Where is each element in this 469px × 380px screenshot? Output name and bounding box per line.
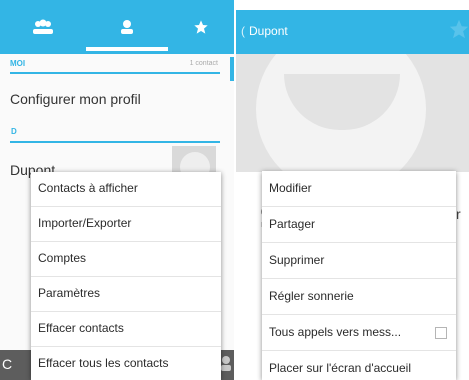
menu-item-accounts[interactable]: Comptes xyxy=(31,242,221,277)
menu-item-delete[interactable]: Supprimer xyxy=(262,243,456,279)
back-caret-icon[interactable]: ( xyxy=(241,24,245,38)
contact-large-photo xyxy=(236,54,469,172)
tab-groups[interactable] xyxy=(0,0,86,54)
section-label: D xyxy=(11,127,17,136)
menu-item-edit[interactable]: Modifier xyxy=(262,171,456,207)
menu-item-all-calls-to-voicemail[interactable]: Tous appels vers mess... xyxy=(262,315,456,351)
bottom-left-glyph[interactable]: C xyxy=(2,356,12,372)
menu-item-import-export[interactable]: Importer/Exporter xyxy=(31,207,221,242)
contact-overflow-menu: Modifier Partager Supprimer Régler sonne… xyxy=(262,171,456,380)
menu-item-contacts-to-display[interactable]: Contacts à afficher xyxy=(31,172,221,207)
menu-item-label: Effacer tous les contacts xyxy=(38,356,169,370)
selected-tab-indicator xyxy=(86,47,168,51)
menu-item-delete-contacts[interactable]: Effacer contacts xyxy=(31,312,221,347)
voicemail-checkbox[interactable] xyxy=(435,327,447,339)
menu-item-place-on-home-screen[interactable]: Placer sur l'écran d'accueil xyxy=(262,351,456,380)
tab-contacts[interactable] xyxy=(86,0,168,54)
menu-item-label: Tous appels vers mess... xyxy=(269,325,402,339)
configure-profile-row[interactable]: Configurer mon profil xyxy=(10,85,222,113)
add-contact-icon[interactable] xyxy=(220,355,234,373)
overflow-menu: Contacts à afficher Importer/Exporter Co… xyxy=(31,172,221,380)
contact-detail-screen: ( Dupont T 0 M r Modifier Partager Suppr… xyxy=(236,0,469,380)
person-icon xyxy=(121,20,133,34)
star-icon xyxy=(194,20,208,34)
menu-item-delete-all-contacts[interactable]: Effacer tous les contacts xyxy=(31,347,221,380)
tab-favorites[interactable] xyxy=(168,0,234,54)
menu-item-label: Partager xyxy=(269,217,316,231)
detail-edge-fragment: r xyxy=(456,206,461,222)
tab-bar xyxy=(0,0,234,54)
section-label: MOI xyxy=(10,59,26,68)
menu-item-label: Supprimer xyxy=(269,253,325,267)
menu-item-share[interactable]: Partager xyxy=(262,207,456,243)
configure-profile-label: Configurer mon profil xyxy=(10,91,141,107)
action-bar: ( Dupont xyxy=(236,10,469,54)
menu-item-label: Modifier xyxy=(269,181,312,195)
menu-item-label: Placer sur l'écran d'accueil xyxy=(269,361,411,375)
star-icon[interactable] xyxy=(448,18,469,40)
menu-item-label: Contacts à afficher xyxy=(38,181,138,195)
menu-item-set-ringtone[interactable]: Régler sonnerie xyxy=(262,279,456,315)
section-header-me: MOI 1 contact xyxy=(10,58,220,74)
menu-item-label: Comptes xyxy=(38,251,87,265)
menu-item-label: Effacer contacts xyxy=(38,321,124,335)
menu-item-settings[interactable]: Paramètres xyxy=(31,277,221,312)
menu-item-label: Importer/Exporter xyxy=(38,216,132,230)
menu-item-label: Paramètres xyxy=(38,286,101,300)
menu-item-label: Régler sonnerie xyxy=(269,289,354,303)
section-count: 1 contact xyxy=(189,60,218,67)
contacts-list-screen: MOI 1 contact Configurer mon profil D Du… xyxy=(0,0,234,380)
groups-icon xyxy=(33,19,53,34)
contact-title[interactable]: Dupont xyxy=(249,24,288,38)
section-header-d: D xyxy=(10,125,220,143)
